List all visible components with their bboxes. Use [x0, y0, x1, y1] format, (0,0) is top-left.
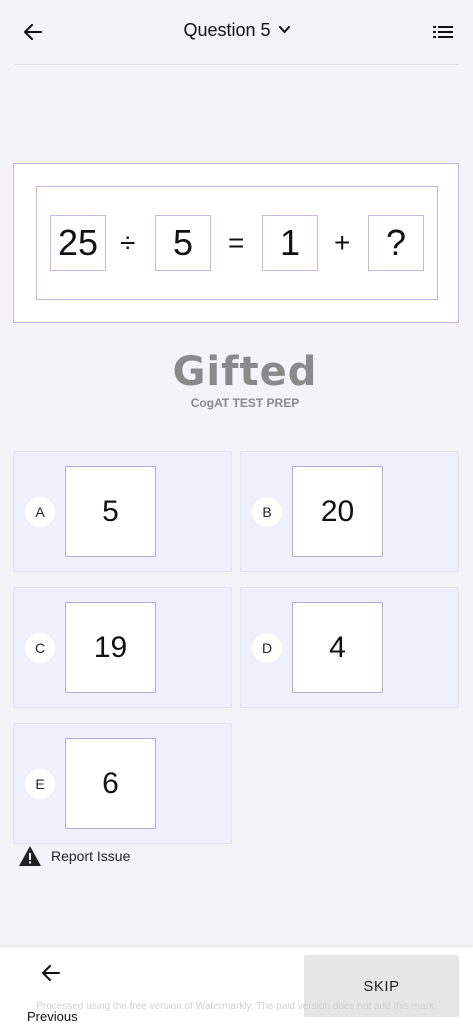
equation-term-a: 25: [50, 215, 106, 271]
option-value: 20: [292, 466, 383, 557]
divide-symbol: ÷: [120, 227, 136, 258]
equation-unknown: ?: [368, 215, 424, 271]
report-issue-button[interactable]: Report Issue: [18, 845, 130, 867]
logo-wordmark: Gifted: [172, 349, 318, 395]
answer-option-e[interactable]: E 6: [13, 723, 232, 844]
option-value: 19: [65, 602, 156, 693]
option-value: 6: [65, 738, 156, 829]
arrow-left-icon: [42, 965, 60, 981]
top-app-bar: Question 5: [0, 0, 473, 64]
question-title: Question 5: [183, 20, 271, 40]
equation-term-c: 1: [262, 215, 318, 271]
chevron-down-icon: [278, 23, 290, 37]
list-icon: [433, 26, 453, 38]
warning-icon: [19, 846, 41, 866]
report-issue-label: Report Issue: [51, 848, 131, 864]
question-card: 25 ÷ 5 = 1 + ?: [13, 163, 459, 323]
option-value: 4: [292, 602, 383, 693]
logo-subtitle: CogAT TEST PREP: [190, 396, 300, 410]
option-value: 5: [65, 466, 156, 557]
option-letter: B: [252, 497, 282, 527]
bottom-navigation: Previous SKIP: [0, 947, 473, 1024]
gifted-logo: Gifted CogAT TEST PREP: [170, 350, 320, 420]
question-selector[interactable]: Question 5: [0, 20, 473, 41]
watermark-text: Processed using the free version of Wate…: [36, 1001, 437, 1012]
answer-option-d[interactable]: D 4: [240, 587, 459, 708]
option-letter: E: [25, 769, 55, 799]
answer-option-b[interactable]: B 20: [240, 451, 459, 572]
option-letter: A: [25, 497, 55, 527]
equation-term-b: 5: [155, 215, 211, 271]
plus-symbol: +: [334, 227, 351, 258]
answer-option-c[interactable]: C 19: [13, 587, 232, 708]
option-letter: C: [25, 633, 55, 663]
equals-symbol: =: [228, 227, 245, 258]
answer-option-a[interactable]: A 5: [13, 451, 232, 572]
header-divider: [14, 64, 459, 65]
question-list-button[interactable]: [431, 20, 455, 44]
option-letter: D: [252, 633, 282, 663]
equation-frame: 25 ÷ 5 = 1 + ?: [36, 186, 438, 300]
